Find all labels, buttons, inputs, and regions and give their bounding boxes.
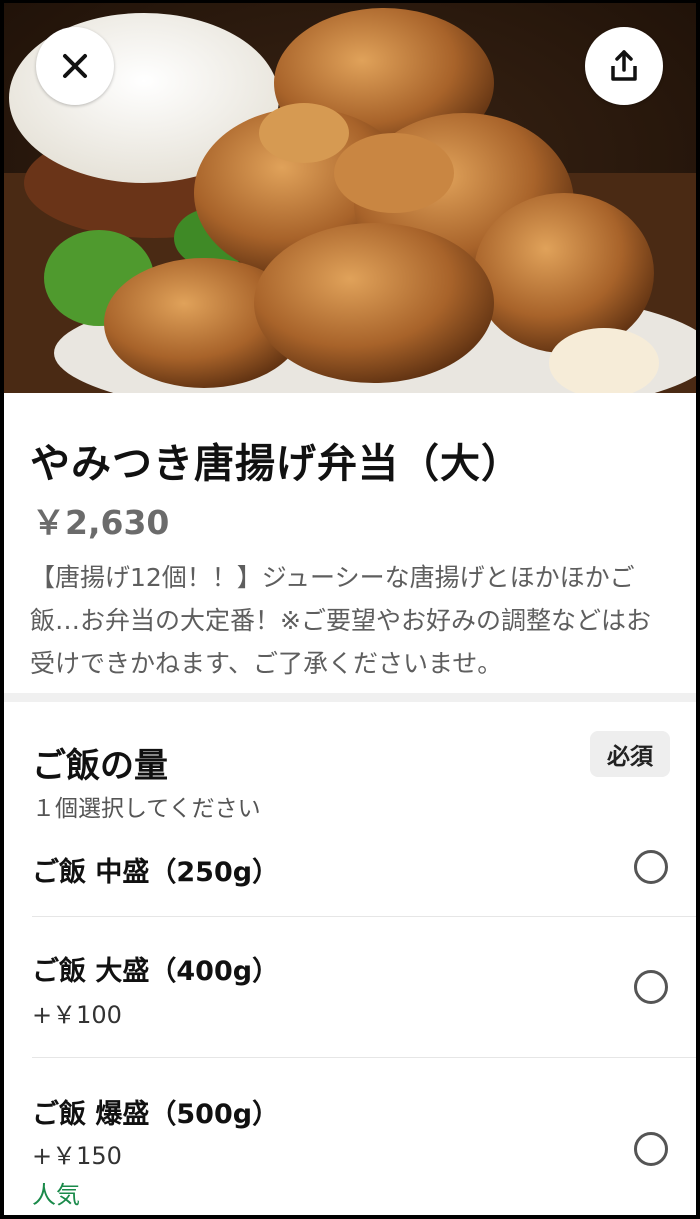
radio-button[interactable] — [634, 850, 668, 884]
option-price: +￥150 — [32, 1142, 122, 1170]
option-large-rice[interactable]: ご飯 大盛（400g） +￥100 — [32, 917, 668, 1057]
option-label: ご飯 中盛（250g） — [32, 857, 280, 888]
product-price: ￥2,630 — [32, 503, 170, 542]
item-detail-sheet: やみつき唐揚げ弁当（大） ￥2,630 【唐揚げ12個！！】ジューシーな唐揚げと… — [4, 3, 696, 1215]
share-icon — [611, 50, 637, 81]
share-button[interactable] — [585, 27, 663, 105]
radio-button[interactable] — [634, 1132, 668, 1166]
option-extra-large-rice[interactable]: ご飯 爆盛（500g） +￥150 人気 — [32, 1058, 668, 1215]
close-icon — [63, 54, 87, 78]
section-divider — [4, 693, 696, 702]
radio-button[interactable] — [634, 970, 668, 1004]
option-label: ご飯 爆盛（500g） — [32, 1099, 280, 1130]
product-title: やみつき唐揚げ弁当（大） — [30, 441, 522, 487]
option-group-title: ご飯の量 — [32, 746, 168, 786]
required-badge: 必須 — [590, 731, 670, 777]
option-group-instruction: １個選択してください — [32, 796, 261, 822]
close-button[interactable] — [36, 27, 114, 105]
option-medium-rice[interactable]: ご飯 中盛（250g） — [32, 822, 668, 916]
option-label: ご飯 大盛（400g） — [32, 956, 280, 987]
product-description: 【唐揚げ12個！！】ジューシーな唐揚げとほかほかご飯…お弁当の大定番！※ご要望や… — [30, 563, 651, 678]
product-hero-image — [4, 3, 696, 393]
popular-tag: 人気 — [32, 1181, 80, 1209]
product-info: やみつき唐揚げ弁当（大） ￥2,630 【唐揚げ12個！！】ジューシーな唐揚げと… — [4, 393, 696, 693]
option-price: +￥100 — [32, 1001, 122, 1029]
rice-amount-options: ご飯の量 １個選択してください 必須 ご飯 中盛（250g） ご飯 大盛（400… — [4, 702, 696, 1215]
